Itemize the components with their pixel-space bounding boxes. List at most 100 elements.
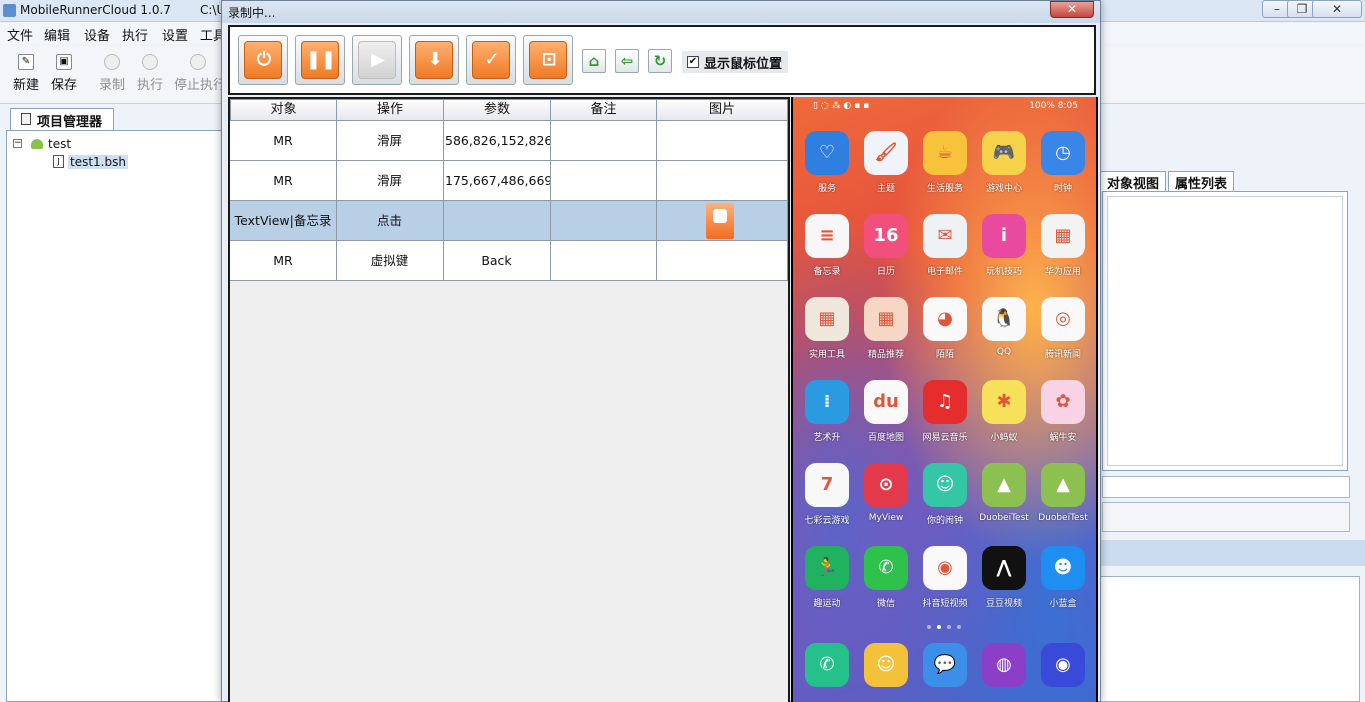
- tab-object-view[interactable]: 对象视图: [1100, 171, 1167, 192]
- app-1[interactable]: ♡ 服务: [799, 131, 855, 207]
- app-label: 小蚂蚁: [990, 433, 1018, 443]
- record-button[interactable]: 录制: [93, 52, 131, 98]
- app-18[interactable]: ♫ 网易云音乐: [917, 380, 973, 456]
- app-7[interactable]: 16 日历: [858, 214, 914, 290]
- property-field[interactable]: [1102, 476, 1350, 498]
- table-row[interactable]: MR 虚拟键 Back: [230, 241, 788, 281]
- app-glyph-icon: ▦: [877, 308, 895, 329]
- table-row[interactable]: TextView|备忘录 点击: [230, 201, 788, 241]
- app-2[interactable]: 🖌 主题: [858, 131, 914, 207]
- app-27[interactable]: ✆ 微信: [858, 546, 914, 622]
- tab-project-manager[interactable]: 项目管理器: [10, 108, 114, 130]
- dialog-close-button[interactable]: ✕: [1050, 1, 1094, 18]
- check-point-icon: ✓: [484, 49, 500, 70]
- checkbox-check-icon[interactable]: ✔: [687, 56, 699, 68]
- dock-app-1[interactable]: ✆: [799, 643, 855, 702]
- tree-root-test[interactable]: test: [48, 137, 71, 151]
- stop-run-button[interactable]: 停止执行: [174, 52, 222, 98]
- close-button[interactable]: ✕: [1312, 0, 1362, 18]
- cell-note: [550, 201, 657, 241]
- pause-record-icon-bg: ❚❚: [301, 41, 339, 79]
- app-label: 时钟: [1053, 184, 1072, 194]
- app-9[interactable]: i 玩机技巧: [976, 214, 1032, 290]
- column-header-image[interactable]: 图片: [656, 99, 788, 121]
- app-glyph-icon: 🏃: [815, 557, 839, 578]
- app-icon: ◎: [1041, 297, 1085, 341]
- play-button[interactable]: ▶: [352, 35, 402, 85]
- app-24[interactable]: ▲ DuobeiTest: [976, 463, 1032, 539]
- dock-app-2[interactable]: ☺: [858, 643, 914, 702]
- app-glyph-icon: 16: [873, 225, 899, 246]
- menu-edit[interactable]: 编辑: [44, 25, 70, 44]
- column-header-note[interactable]: 备注: [550, 99, 657, 121]
- app-20[interactable]: ✿ 蜗牛安: [1035, 380, 1091, 456]
- column-header-action[interactable]: 操作: [336, 99, 444, 121]
- show-mouse-position-checkbox[interactable]: ✔ 显示鼠标位置: [682, 51, 788, 73]
- app-8[interactable]: ✉ 电子邮件: [917, 214, 973, 290]
- app-label: 网易云音乐: [922, 433, 968, 443]
- app-4[interactable]: 🎮 游戏中心: [976, 131, 1032, 207]
- app-19[interactable]: ✱ 小蚂蚁: [976, 380, 1032, 456]
- app-29[interactable]: ⋀ 豆豆视频: [976, 546, 1032, 622]
- log-panel: [1100, 576, 1360, 702]
- app-30[interactable]: ☻ 小蓝盒: [1035, 546, 1091, 622]
- app-25[interactable]: ▲ DuobeiTest: [1035, 463, 1091, 539]
- dock-app-5[interactable]: ◉: [1035, 643, 1091, 702]
- app-icon: ☕: [923, 131, 967, 175]
- app-glyph-icon: du: [873, 391, 899, 412]
- stop-record-button[interactable]: ⏻: [238, 35, 288, 85]
- app-3[interactable]: ☕ 生活服务: [917, 131, 973, 207]
- app-17[interactable]: du 百度地图: [858, 380, 914, 456]
- home-icon[interactable]: ⌂: [582, 49, 606, 73]
- app-23[interactable]: ☺ 你的闹钟: [917, 463, 973, 539]
- app-icon: ✱: [982, 380, 1026, 424]
- dock-app-4[interactable]: ◍: [976, 643, 1032, 702]
- app-glyph-icon: ▲: [1056, 474, 1070, 495]
- app-10[interactable]: ▦ 华为应用: [1035, 214, 1091, 290]
- app-label: DuobeiTest: [979, 513, 1029, 523]
- app-26[interactable]: 🏃 趣运动: [799, 546, 855, 622]
- new-button[interactable]: ✎ 新建: [7, 52, 45, 98]
- table-row[interactable]: MR滑屏175,667,486,669...: [230, 161, 788, 201]
- app-label: 游戏中心: [985, 184, 1022, 194]
- check-point-button[interactable]: ✓: [466, 35, 516, 85]
- tab-property-list[interactable]: 属性列表: [1168, 171, 1235, 192]
- app-14[interactable]: 🐧 QQ: [976, 297, 1032, 373]
- menu-run[interactable]: 执行: [122, 25, 148, 44]
- refresh-icon[interactable]: ↻: [648, 49, 672, 73]
- run-button[interactable]: 执行: [131, 52, 169, 98]
- app-22[interactable]: ⊙ MyView: [858, 463, 914, 539]
- table-header: 对象 操作 参数 备注 图片: [230, 99, 788, 121]
- app-13[interactable]: ◕ 陌陌: [917, 297, 973, 373]
- column-header-object[interactable]: 对象: [230, 99, 337, 121]
- menu-device[interactable]: 设备: [84, 25, 110, 44]
- cell-param: 175,667,486,669...: [443, 161, 551, 201]
- app-12[interactable]: ▦ 精品推荐: [858, 297, 914, 373]
- table-row[interactable]: MR滑屏586,826,152,826...: [230, 121, 788, 161]
- app-15[interactable]: ◎ 腾讯新闻: [1035, 297, 1091, 373]
- status-icons: ▯ ◌ ⁂ ◐ ▪ ▪: [813, 101, 870, 111]
- screenshot-thumbnail[interactable]: [706, 203, 734, 239]
- menu-settings[interactable]: 设置: [162, 25, 188, 44]
- recording-toolbar: ⏻ ❚❚ ▶ ⬇ ✓ ⊡ ⌂ ⇦ ↻ ✔ 显示鼠标位置: [228, 25, 1096, 95]
- app-icon: ☺: [923, 463, 967, 507]
- collapse-toggle-icon[interactable]: −: [13, 139, 22, 148]
- tree-item-test1-bsh[interactable]: test1.bsh: [68, 155, 128, 169]
- screenshot-button[interactable]: ⊡: [523, 35, 573, 85]
- app-6[interactable]: ≡ 备忘录: [799, 214, 855, 290]
- dock-app-3[interactable]: 💬: [917, 643, 973, 702]
- app-28[interactable]: ◉ 抖音短视频: [917, 546, 973, 622]
- pause-record-button[interactable]: ❚❚: [295, 35, 345, 85]
- app-21[interactable]: 7 七彩云游戏: [799, 463, 855, 539]
- app-11[interactable]: ▦ 实用工具: [799, 297, 855, 373]
- save-button[interactable]: ▣ 保存: [45, 52, 83, 98]
- page-dot: [957, 625, 961, 629]
- save-record-button[interactable]: ⬇: [409, 35, 459, 85]
- back-icon[interactable]: ⇦: [615, 49, 639, 73]
- menu-file[interactable]: 文件: [7, 25, 33, 44]
- app-16[interactable]: ⁞ 艺术升: [799, 380, 855, 456]
- column-header-param[interactable]: 参数: [443, 99, 551, 121]
- app-5[interactable]: ◷ 时钟: [1035, 131, 1091, 207]
- app-label: 主题: [876, 184, 895, 194]
- device-screen[interactable]: ▯ ◌ ⁂ ◐ ▪ ▪ 100% 8:05 ♡ 服务 🖌 主题 ☕ 生活服务 🎮 游戏中心 ◷ 时…: [793, 97, 1096, 702]
